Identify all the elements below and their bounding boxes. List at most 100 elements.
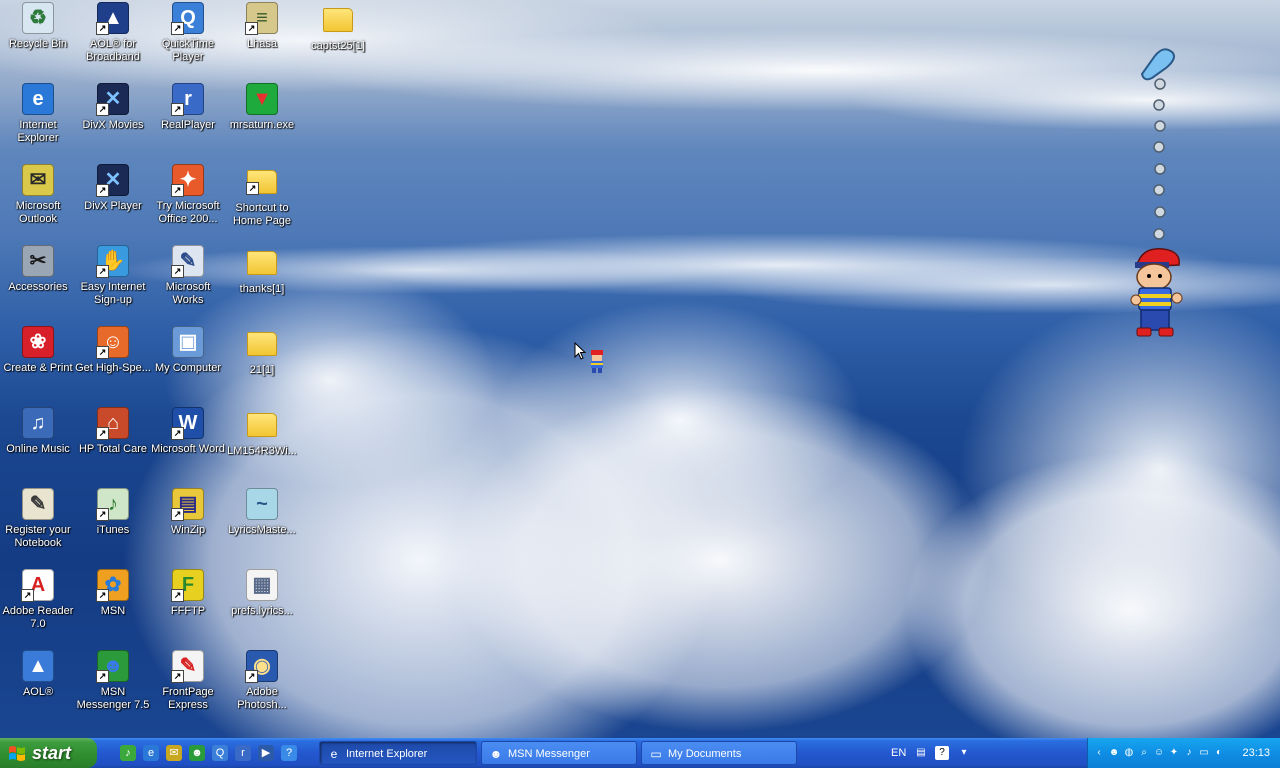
desktop-icon-accessories[interactable]: ✂ Accessories xyxy=(0,245,76,294)
msn-buddy-icon[interactable]: ☺ xyxy=(1152,746,1166,760)
word-icon: W ↗ xyxy=(171,407,204,440)
internet-explorer-quicklaunch-icon[interactable]: e xyxy=(143,745,159,761)
desktop-icon-outlook[interactable]: ✉ Microsoft Outlook xyxy=(0,164,76,226)
desktop-icon-quicktime[interactable]: Q ↗ QuickTime Player xyxy=(150,2,226,64)
start-label: start xyxy=(32,742,72,763)
desktop-icon-lyricsmaster[interactable]: ~ LyricsMaste... xyxy=(224,488,300,537)
help-quicklaunch-icon[interactable]: ? xyxy=(281,745,297,761)
desktop-icon-my-computer[interactable]: ▣ My Computer xyxy=(150,326,226,375)
desktop-icon-aol[interactable]: ▲ ↗ AOL® for Broadband xyxy=(75,2,151,64)
desktop-icon-realplayer[interactable]: r ↗ RealPlayer xyxy=(150,83,226,132)
desktop-icon-lhasa-archive[interactable]: ≡ ↗ Lhasa xyxy=(224,2,300,51)
desktop-icon-register-notebook[interactable]: ✎ Register your Notebook xyxy=(0,488,76,550)
desktop-icon-online-music[interactable]: ♫ Online Music xyxy=(0,407,76,456)
messenger-tray-icon[interactable]: ☻ xyxy=(1107,746,1121,760)
desktop-icon-photoshop[interactable]: ◉ ↗ Adobe Photosh... xyxy=(224,650,300,712)
desktop-icon-label: LM154R3Wi... xyxy=(227,445,297,457)
system-tray: 23:13 ‹ ☻ ◍ ⌕ ☺ ✦ ♪ ▭ ◐ xyxy=(1087,738,1280,768)
clock[interactable]: 23:13 xyxy=(1242,738,1270,768)
shortcut-arrow-icon: ↗ xyxy=(96,265,109,278)
desktop-icon-folder[interactable]: thanks[1] xyxy=(224,245,300,296)
desktop-icon-divx-movies[interactable]: ✕ ↗ DivX Movies xyxy=(75,83,151,132)
shortcut-arrow-icon: ↗ xyxy=(96,103,109,116)
taskbar-button-label: MSN Messenger xyxy=(508,748,590,760)
keyboard-icon[interactable]: ▤ xyxy=(914,746,928,760)
desktop-icon-label: iTunes xyxy=(96,524,130,536)
msn-messenger-quicklaunch-icon[interactable]: ☻ xyxy=(189,745,205,761)
accessories-icon: ✂ xyxy=(22,245,54,277)
desktop-icon-folder[interactable]: captst25[1] xyxy=(300,2,376,53)
shortcut-arrow-icon: ↗ xyxy=(171,22,184,35)
desktop-icon-divx-player[interactable]: ✕ ↗ DivX Player xyxy=(75,164,151,213)
desktop-icon-folder-shortcut[interactable]: ↗ Shortcut to Home Page xyxy=(224,164,300,228)
monitor-icon[interactable]: ▭ xyxy=(1197,746,1211,760)
shortcut-arrow-icon: ↗ xyxy=(96,346,109,359)
satellite-icon[interactable]: ✦ xyxy=(1167,746,1181,760)
desktop-icon-hp-total-care[interactable]: ⌂ ↗ HP Total Care xyxy=(75,407,151,456)
desktop-icon-create-print[interactable]: ❀ Create & Print xyxy=(0,326,76,375)
windows-logo-icon xyxy=(8,744,26,762)
desktop-icon-easy-internet[interactable]: ✋ ↗ Easy Internet Sign-up xyxy=(75,245,151,307)
start-button[interactable]: start xyxy=(0,738,97,768)
outlook-quicklaunch-icon[interactable]: ✉ xyxy=(166,745,182,761)
desktop-icon-label: AOL® for Broadband xyxy=(86,38,140,63)
media-player-quicklaunch-icon[interactable]: ▶ xyxy=(258,745,274,761)
desktop-icon-internet-explorer[interactable]: e Internet Explorer xyxy=(0,83,76,145)
desktop-icon-folder[interactable]: 21[1] xyxy=(224,326,300,377)
folder-icon xyxy=(247,332,277,356)
desktop-icon-frontpage-express[interactable]: ✎ ↗ FrontPage Express xyxy=(150,650,226,712)
desktop-icon-label: WinZip xyxy=(170,524,206,536)
msn-icon: ✿ ↗ xyxy=(96,569,129,602)
network-globe-icon[interactable]: ◍ xyxy=(1122,746,1136,760)
desktop-icon-get-high-speed[interactable]: ☺ ↗ Get High-Spe... xyxy=(75,326,151,375)
desktop-icon-label: Get High-Spe... xyxy=(75,362,151,374)
outlook-icon: ✉ xyxy=(22,164,54,196)
desktop-icon-adobe-reader[interactable]: A ↗ Adobe Reader 7.0 xyxy=(0,569,76,631)
desktop-icon-itunes[interactable]: ♪ ↗ iTunes xyxy=(75,488,151,537)
internet-explorer-icon: e xyxy=(22,83,54,115)
desktop-icon-word[interactable]: W ↗ Microsoft Word xyxy=(150,407,226,456)
shortcut-arrow-icon: ↗ xyxy=(171,670,184,683)
desktop-icon-aol[interactable]: ▲ AOL® xyxy=(0,650,76,699)
desktop-icon-label: captst25[1] xyxy=(311,40,365,52)
aol-icon: ▲ ↗ xyxy=(96,2,129,35)
shortcut-arrow-icon: ↗ xyxy=(245,22,258,35)
desktop-icon-mrsaturn[interactable]: ▼ mrsaturn.exe xyxy=(224,83,300,132)
search-icon[interactable]: ⌕ xyxy=(1137,746,1151,760)
itunes-quicklaunch-icon[interactable]: ♪ xyxy=(120,745,136,761)
desktop-icon-winzip[interactable]: ▤ ↗ WinZip xyxy=(150,488,226,537)
desktop-icon-label: Online Music xyxy=(6,443,70,455)
desktop-icon-label: Register your Notebook xyxy=(5,524,71,549)
desktop-icon-label: Shortcut to Home Page xyxy=(232,202,292,227)
chevron-left-icon[interactable]: ‹ xyxy=(1092,746,1106,760)
desktop-icon-label: Microsoft Word xyxy=(151,443,225,455)
desktop-icon-works[interactable]: ✎ ↗ Microsoft Works xyxy=(150,245,226,307)
folder-icon xyxy=(323,8,353,32)
desktop-icon-office[interactable]: ✦ ↗ Try Microsoft Office 200... xyxy=(150,164,226,226)
shortcut-arrow-icon: ↗ xyxy=(21,589,34,602)
taskbar-button-msn-messenger[interactable]: ☻ MSN Messenger xyxy=(481,741,637,765)
help-icon[interactable]: ? xyxy=(935,746,949,760)
taskbar-button-internet-explorer[interactable]: e Internet Explorer xyxy=(319,741,477,765)
taskbar-button-my-documents[interactable]: ▭ My Documents xyxy=(641,741,797,765)
desktop-icon-label: FrontPage Express xyxy=(162,686,214,711)
desktop-icon-msn[interactable]: ✿ ↗ MSN xyxy=(75,569,151,618)
desktop-icon-document[interactable]: ▦ prefs.lyrics... xyxy=(224,569,300,618)
desktop-icon-label: LyricsMaste... xyxy=(228,524,296,536)
update-icon[interactable]: ◐ xyxy=(1212,746,1226,760)
chevron-down-icon[interactable]: ▾ xyxy=(957,746,971,760)
language-indicator[interactable]: EN xyxy=(891,738,906,768)
desktop-icon-folder[interactable]: LM154R3Wi... xyxy=(224,407,300,458)
quicktime-quicklaunch-icon[interactable]: Q xyxy=(212,745,228,761)
shortcut-arrow-icon: ↗ xyxy=(96,589,109,602)
volume-icon[interactable]: ♪ xyxy=(1182,746,1196,760)
realplayer-quicklaunch-icon[interactable]: r xyxy=(235,745,251,761)
desktop-icon-label: prefs.lyrics... xyxy=(231,605,293,617)
desktop-icon-ffftp[interactable]: F ↗ FFFTP xyxy=(150,569,226,618)
desktop[interactable]: ♻ Recycle Bin ▲ ↗ AOL® for Broadband Q ↗ QuickT… xyxy=(0,0,1280,738)
desktop-icon-label: thanks[1] xyxy=(239,283,285,295)
desktop-icon-recycle-bin[interactable]: ♻ Recycle Bin xyxy=(0,2,76,51)
desktop-icon-msn-messenger[interactable]: ☻ ↗ MSN Messenger 7.5 xyxy=(75,650,151,712)
frontpage-express-icon: ✎ ↗ xyxy=(171,650,204,683)
divx-movies-icon: ✕ ↗ xyxy=(96,83,129,116)
